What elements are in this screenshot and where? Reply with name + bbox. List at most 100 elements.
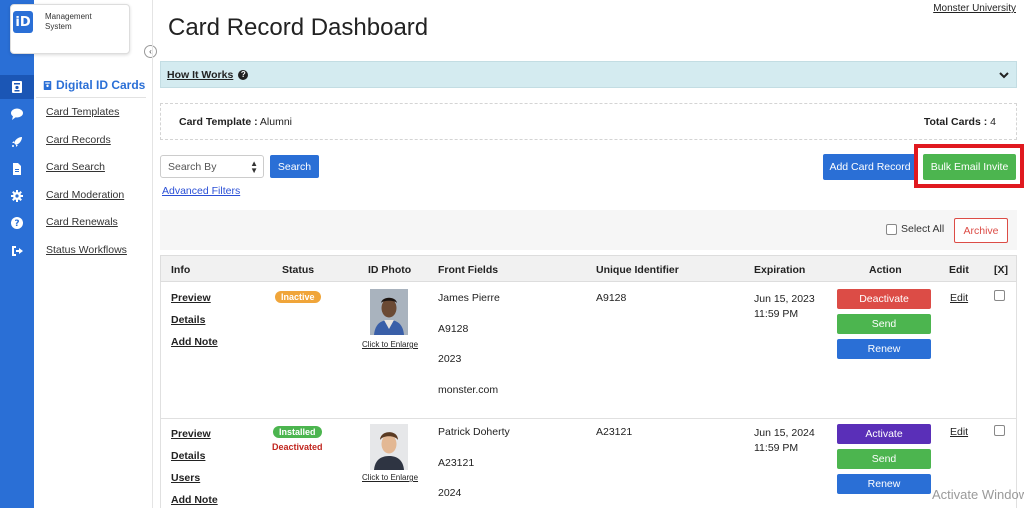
details-link[interactable]: Details	[171, 314, 218, 336]
front-field-id: A9128	[438, 322, 469, 335]
add-note-link[interactable]: Add Note	[171, 336, 218, 358]
column-header-select: [X]	[994, 264, 1008, 276]
highlight-box	[914, 144, 1024, 188]
sidebar-item-card-records[interactable]: Card Records	[46, 134, 127, 162]
how-it-works-panel[interactable]: How It Works ?	[160, 61, 1017, 88]
sidebar-item-status-workflows[interactable]: Status Workflows	[46, 244, 127, 272]
sidebar-nav: Card Templates Card Records Card Search …	[46, 106, 127, 271]
expiration-date: Jun 15, 2023	[754, 293, 815, 305]
expiration: Jun 15, 2024 11:59 PM	[754, 426, 815, 456]
app-logo[interactable]: iD Management System	[10, 4, 130, 54]
click-to-enlarge-link[interactable]: Click to Enlarge	[362, 473, 418, 482]
add-note-link[interactable]: Add Note	[171, 494, 218, 508]
row-select-checkbox[interactable]	[994, 290, 1005, 301]
svg-text:?: ?	[14, 219, 19, 229]
sidebar-border	[152, 0, 153, 508]
how-it-works-label[interactable]: How It Works	[167, 69, 233, 81]
sidebar-item-card-search[interactable]: Card Search	[46, 161, 127, 189]
search-by-select[interactable]: Search By ▲ ▼	[160, 155, 264, 178]
select-all-label: Select All	[901, 223, 945, 235]
send-button[interactable]: Send	[837, 449, 931, 469]
front-field-year: 2023	[438, 353, 462, 365]
front-field-id: A23121	[438, 456, 475, 469]
renew-button[interactable]: Renew	[837, 474, 931, 494]
logout-icon[interactable]	[0, 239, 34, 263]
chat-icon[interactable]	[0, 102, 34, 126]
front-field-name: Patrick Doherty	[438, 426, 510, 438]
send-button[interactable]: Send	[837, 314, 931, 334]
row-info-links: Preview Details Users Add Note	[171, 428, 218, 508]
column-header-unique-identifier: Unique Identifier	[596, 264, 679, 276]
expiration-time: 11:59 PM	[754, 442, 799, 454]
person-photo-icon	[370, 424, 408, 470]
table-header: Info Status ID Photo Front Fields Unique…	[160, 255, 1017, 282]
front-fields: Patrick Doherty A23121 2024	[438, 426, 510, 508]
select-all-checkbox[interactable]	[886, 223, 897, 235]
click-to-enlarge-link[interactable]: Click to Enlarge	[362, 340, 418, 349]
preview-link[interactable]: Preview	[171, 428, 218, 450]
select-arrows-icon: ▲ ▼	[250, 159, 258, 175]
status-sub-label: Deactivated	[272, 442, 323, 452]
column-header-status: Status	[282, 264, 315, 276]
column-header-action: Action	[869, 264, 902, 276]
chevron-down-icon[interactable]	[998, 69, 1010, 84]
add-card-record-button[interactable]: Add Card Record	[823, 154, 917, 180]
front-field-name: James Pierre	[438, 292, 500, 304]
expiration-date: Jun 15, 2024	[754, 427, 815, 439]
advanced-filters-link[interactable]: Advanced Filters	[162, 185, 240, 197]
edit-link[interactable]: Edit	[950, 426, 968, 438]
id-card-icon[interactable]	[0, 75, 34, 99]
sidebar-heading[interactable]: Digital ID Cards	[43, 78, 145, 92]
status-badge: Inactive	[275, 291, 321, 303]
template-info-box: Card Template : Alumni Total Cards : 4	[160, 103, 1017, 140]
sidebar-heading-label: Digital ID Cards	[56, 78, 146, 92]
activate-button[interactable]: Activate	[837, 424, 931, 444]
icon-rail: ?	[0, 0, 34, 508]
column-header-front-fields: Front Fields	[438, 264, 499, 276]
search-by-value: Search By	[168, 161, 217, 173]
edit-link[interactable]: Edit	[950, 292, 968, 304]
column-header-info: Info	[171, 264, 191, 276]
activate-windows-watermark: Activate Windows	[932, 487, 1024, 502]
unique-identifier: A9128	[596, 292, 627, 304]
column-header-id-photo: ID Photo	[368, 264, 412, 276]
file-icon[interactable]	[0, 157, 34, 181]
logo-text: Management System	[45, 12, 92, 31]
id-photo[interactable]	[370, 424, 408, 470]
column-header-edit: Edit	[949, 264, 969, 276]
card-template-info: Card Template : Alumni	[179, 116, 293, 128]
archive-button[interactable]: Archive	[954, 218, 1008, 243]
column-header-expiration: Expiration	[754, 264, 806, 276]
sidebar-item-card-renewals[interactable]: Card Renewals	[46, 216, 127, 244]
renew-button[interactable]: Renew	[837, 339, 931, 359]
gear-icon[interactable]	[0, 184, 34, 208]
id-photo[interactable]	[370, 289, 408, 335]
preview-link[interactable]: Preview	[171, 292, 218, 314]
expiration-time: 11:59 PM	[754, 308, 799, 320]
front-field-domain: monster.com	[438, 383, 499, 396]
help-icon[interactable]: ?	[0, 211, 34, 235]
search-button[interactable]: Search	[270, 155, 319, 178]
unique-identifier: A23121	[596, 426, 633, 438]
status-badge: Installed	[273, 426, 322, 438]
total-cards-info: Total Cards : 4	[923, 116, 996, 128]
select-all[interactable]: Select All	[886, 223, 944, 235]
sidebar-item-card-templates[interactable]: Card Templates	[46, 106, 127, 134]
id-card-icon	[43, 80, 52, 90]
collapse-sidebar-button[interactable]: ‹	[144, 45, 157, 58]
question-icon: ?	[238, 69, 249, 80]
details-link[interactable]: Details	[171, 450, 218, 472]
sidebar-item-card-moderation[interactable]: Card Moderation	[46, 189, 127, 217]
expiration: Jun 15, 2023 11:59 PM	[754, 292, 815, 322]
front-fields: James Pierre A9128 2023 monster.com	[438, 292, 500, 414]
deactivate-button[interactable]: Deactivate	[837, 289, 931, 309]
page-title: Card Record Dashboard	[168, 14, 429, 41]
front-field-year: 2024	[438, 487, 462, 499]
row-select-checkbox[interactable]	[994, 425, 1005, 436]
person-photo-icon	[370, 289, 408, 335]
organization-link[interactable]: Monster University	[933, 3, 1016, 14]
row-info-links: Preview Details Add Note	[171, 292, 218, 358]
rocket-icon[interactable]	[0, 130, 34, 154]
users-link[interactable]: Users	[171, 472, 218, 494]
sidebar-divider	[36, 97, 146, 98]
